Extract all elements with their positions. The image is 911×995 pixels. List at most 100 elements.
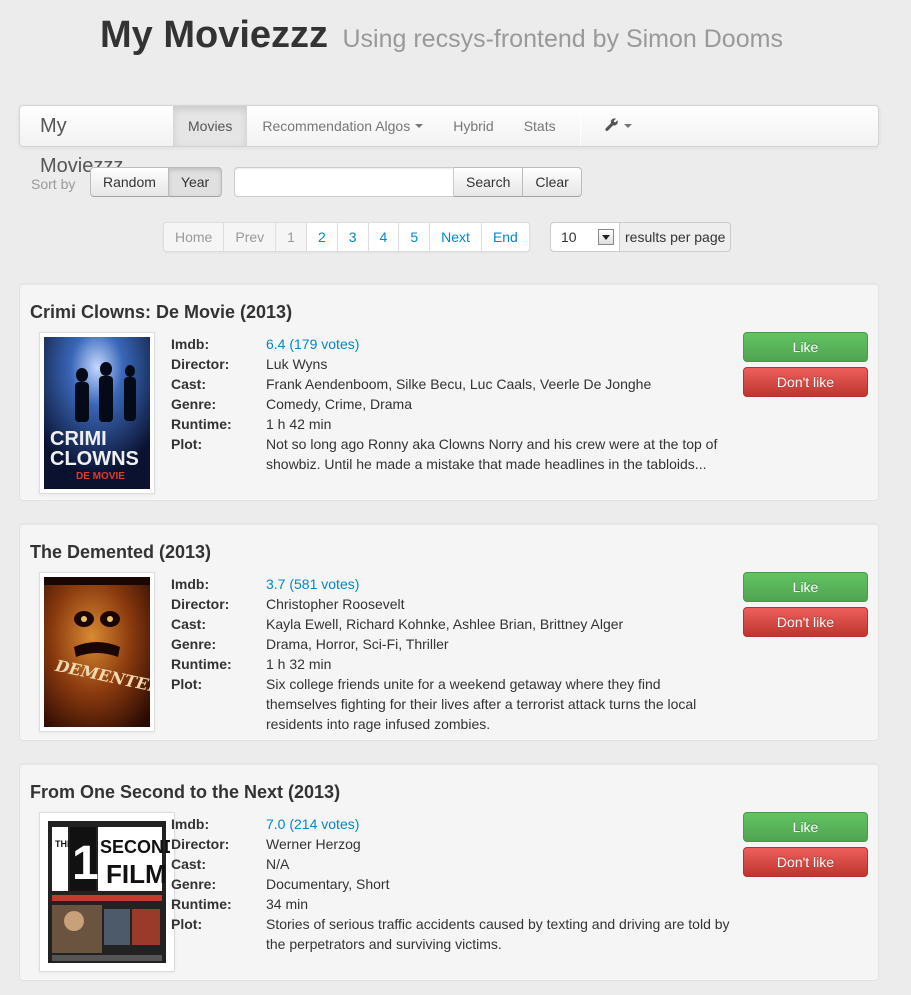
nav-item-recommendation-algos[interactable]: Recommendation Algos (247, 106, 438, 146)
search-box: Search Clear (234, 167, 582, 197)
per-page-select[interactable]: 10 (550, 222, 620, 252)
page-header: My Moviezzz Using recsys-frontend by Sim… (100, 14, 783, 57)
nav-item-hybrid[interactable]: Hybrid (438, 106, 508, 146)
runtime-value: 1 h 42 min (266, 416, 332, 432)
poster-text: SECOND (100, 837, 170, 857)
navbar-brand[interactable]: My Moviezzz (20, 106, 173, 177)
plot-value: Stories of serious traffic accidents cau… (266, 916, 730, 952)
pagination-page-5[interactable]: 5 (398, 223, 430, 251)
plot-value: Not so long ago Ronny aka Clowns Norry a… (266, 436, 718, 472)
rating-actions: Like Don't like (743, 332, 869, 402)
chevron-down-icon (415, 124, 424, 129)
director-label: Director: (171, 356, 230, 372)
director-value: Luk Wyns (266, 356, 328, 372)
pagination-page-2[interactable]: 2 (305, 223, 337, 251)
clear-button[interactable]: Clear (523, 167, 582, 197)
page-title: My Moviezzz (100, 14, 329, 56)
poster-text: 1 (72, 837, 99, 890)
director-value: Werner Herzog (266, 836, 361, 852)
cast-label: Cast: (171, 856, 207, 872)
search-input[interactable] (234, 167, 454, 197)
runtime-value: 34 min (266, 896, 309, 912)
plot-label: Plot: (171, 916, 203, 932)
movie-poster: DEMENTED (39, 572, 155, 732)
poster-text: FILM (106, 859, 167, 889)
nav-item-movies-label: Movies (188, 118, 233, 134)
pagination: Home Prev 1 2 3 4 5 Next End (163, 222, 530, 252)
dislike-button[interactable]: Don't like (743, 367, 868, 397)
like-button[interactable]: Like (743, 572, 868, 602)
imdb-rating-link[interactable]: 3.7 (581 votes) (266, 574, 731, 594)
plot-value: Six college friends unite for a weekend … (266, 676, 697, 732)
imdb-label: Imdb: (171, 336, 210, 352)
pagination-page-4[interactable]: 4 (367, 223, 399, 251)
runtime-label: Runtime: (171, 896, 232, 912)
cast-value: N/A (266, 856, 290, 872)
genre-label: Genre: (171, 636, 217, 652)
movie-info: Imdb: 7.0 (214 votes) Director: Werner Her… (171, 814, 731, 954)
poster-text: CLOWNS (50, 448, 139, 470)
chevron-down-icon (623, 124, 632, 129)
dislike-button[interactable]: Don't like (743, 607, 868, 637)
movie-title: The Demented (2013) (30, 542, 212, 562)
plot-label: Plot: (171, 436, 203, 452)
runtime-value: 1 h 32 min (266, 656, 332, 672)
pagination-page-3[interactable]: 3 (336, 223, 368, 251)
per-page-label: results per page (620, 222, 732, 252)
director-label: Director: (171, 836, 230, 852)
cast-label: Cast: (171, 616, 207, 632)
sort-label: Sort by (31, 176, 76, 192)
search-button[interactable]: Search (454, 167, 524, 197)
dislike-button[interactable]: Don't like (743, 847, 868, 877)
genre-value: Documentary, Short (266, 876, 390, 892)
genre-value: Comedy, Crime, Drama (266, 396, 412, 412)
poster-text: CRIMI (50, 428, 107, 450)
nav-item-stats-label: Stats (523, 118, 556, 134)
sort-random-button[interactable]: Random (90, 167, 169, 197)
genre-label: Genre: (171, 876, 217, 892)
movie-info: Imdb: 3.7 (581 votes) Director: Christophe… (171, 574, 731, 734)
cast-value: Frank Aendenboom, Silke Becu, Luc Caals,… (266, 376, 652, 392)
cast-value: Kayla Ewell, Richard Kohnke, Ashlee Bria… (266, 616, 624, 632)
select-arrow-icon[interactable] (598, 229, 614, 245)
page-subtitle: Using recsys-frontend by Simon Dooms (342, 25, 783, 53)
nav-item-stats[interactable]: Stats (509, 106, 571, 146)
movie-info: Imdb: 6.4 (179 votes) Director: Luk Wyns C… (171, 334, 731, 474)
movie-title: Crimi Clowns: De Movie (2013) (30, 302, 293, 322)
rating-actions: Like Don't like (743, 572, 869, 642)
imdb-label: Imdb: (171, 576, 210, 592)
sort-year-button[interactable]: Year (168, 167, 223, 197)
navbar: My Moviezzz Movies Recommendation Algos … (19, 105, 879, 177)
movie-card: From One Second to the Next (2013) THE 1… (19, 763, 879, 981)
pagination-end[interactable]: End (480, 223, 529, 251)
like-button[interactable]: Like (743, 812, 868, 842)
pagination-home[interactable]: Home (164, 223, 224, 251)
nav-divider (579, 106, 581, 146)
imdb-rating-link[interactable]: 7.0 (214 votes) (266, 814, 731, 834)
director-value: Christopher Roosevelt (266, 596, 405, 612)
pagination-page-1[interactable]: 1 (275, 223, 306, 251)
director-label: Director: (171, 596, 230, 612)
pagination-prev[interactable]: Prev (223, 223, 276, 251)
cast-label: Cast: (171, 376, 207, 392)
movie-card: The Demented (2013) DEMENTED Imdb: 3.7 (5… (19, 523, 879, 741)
movie-title: From One Second to the Next (2013) (30, 782, 341, 802)
per-page-value: 10 (561, 229, 577, 245)
runtime-label: Runtime: (171, 416, 232, 432)
imdb-rating-link[interactable]: 6.4 (179 votes) (266, 334, 731, 354)
nav-item-tools[interactable] (590, 106, 647, 146)
pagination-next[interactable]: Next (429, 223, 481, 251)
genre-label: Genre: (171, 396, 217, 412)
like-button[interactable]: Like (743, 332, 868, 362)
rating-actions: Like Don't like (743, 812, 869, 882)
nav-item-movies[interactable]: Movies (173, 106, 248, 146)
poster-text: DE MOVIE (76, 471, 125, 482)
movie-poster: CRIMI CLOWNS DE MOVIE (39, 332, 155, 494)
nav-item-hybrid-label: Hybrid (453, 118, 494, 134)
nav-item-recommendation-algos-label: Recommendation Algos (262, 118, 411, 134)
plot-label: Plot: (171, 676, 203, 692)
movie-card: Crimi Clowns: De Movie (2013) CRIMI CLOW… (19, 283, 879, 501)
movie-poster: THE 1 SECOND FILM (39, 812, 175, 972)
sort-button-group: Random Year (90, 167, 223, 197)
imdb-label: Imdb: (171, 816, 210, 832)
